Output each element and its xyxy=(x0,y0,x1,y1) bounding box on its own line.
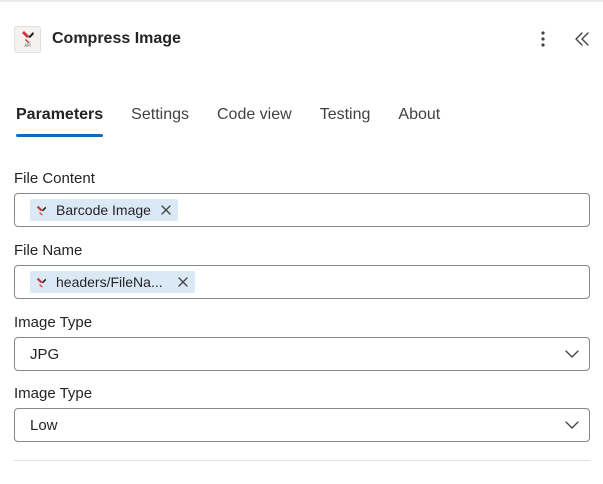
chevron-down-icon xyxy=(565,350,579,358)
tab-code-view[interactable]: Code view xyxy=(217,104,292,140)
file-content-input[interactable]: Barcode Image xyxy=(14,193,590,227)
tab-parameters[interactable]: Parameters xyxy=(16,104,104,140)
file-name-input[interactable]: headers/FileNa... xyxy=(14,265,590,299)
tab-testing[interactable]: Testing xyxy=(320,104,371,140)
image-quality-value: Low xyxy=(30,416,58,434)
remove-token-close-icon[interactable] xyxy=(177,276,189,288)
api4ai-logo-icon xyxy=(32,201,50,219)
action-header: API Compress Image xyxy=(14,25,594,53)
file-name-label: File Name xyxy=(14,242,83,259)
file-content-token-label: Barcode Image xyxy=(56,202,151,218)
tab-about[interactable]: About xyxy=(398,104,440,140)
image-type-label: Image Type xyxy=(14,314,93,331)
file-name-token[interactable]: headers/FileNa... xyxy=(30,271,195,293)
more-vertical-icon xyxy=(541,31,545,47)
image-type-value: JPG xyxy=(30,345,60,363)
bottom-divider xyxy=(14,460,590,461)
file-content-label: File Content xyxy=(14,170,95,187)
remove-token-close-icon[interactable] xyxy=(160,204,172,216)
chevron-down-icon xyxy=(565,421,579,429)
more-options-button[interactable] xyxy=(533,25,553,53)
api4ai-logo-icon: API xyxy=(14,25,41,53)
tab-bar: Parameters Settings Code view Testing Ab… xyxy=(16,104,468,140)
image-quality-select[interactable]: Low xyxy=(14,408,590,442)
image-quality-label: Image Type xyxy=(14,385,93,402)
image-type-select[interactable]: JPG xyxy=(14,337,590,371)
file-content-token[interactable]: Barcode Image xyxy=(30,199,178,221)
collapse-panel-button[interactable] xyxy=(570,25,594,53)
double-chevron-left-icon xyxy=(575,32,589,46)
top-border xyxy=(0,0,603,2)
tab-settings[interactable]: Settings xyxy=(131,104,189,140)
file-name-token-label: headers/FileNa... xyxy=(56,274,163,290)
action-title: Compress Image xyxy=(52,30,181,47)
api4ai-logo-icon xyxy=(32,273,50,291)
